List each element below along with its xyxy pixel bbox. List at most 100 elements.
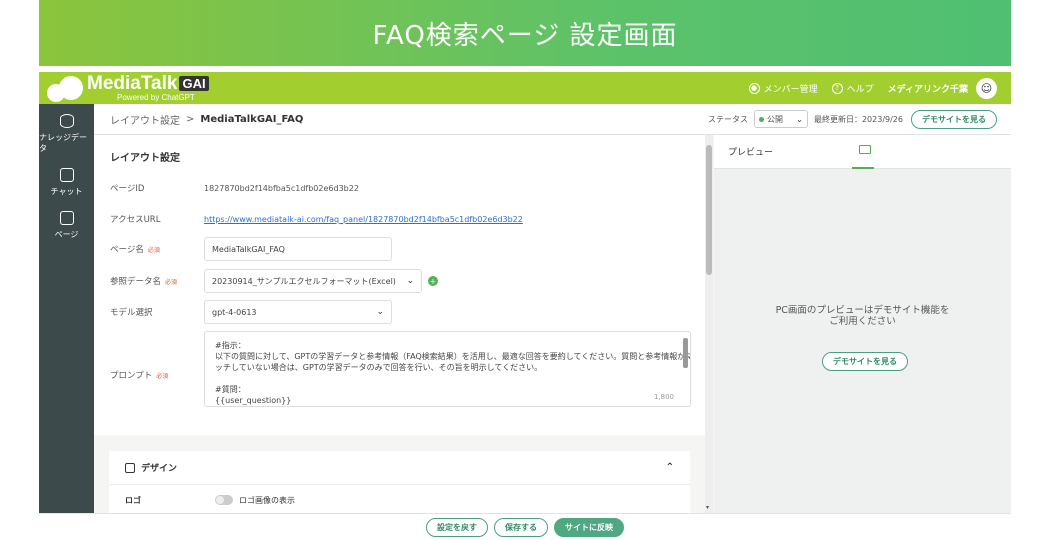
help-label: ヘルプ xyxy=(846,84,874,95)
page-name-input[interactable]: MediaTalkGAI_FAQ xyxy=(204,237,392,261)
required-badge: 必須 xyxy=(156,372,169,380)
logo-label: ロゴ xyxy=(125,495,141,505)
prompt-label: プロンプト xyxy=(110,371,153,381)
add-data-button[interactable]: + xyxy=(428,276,438,286)
sidebar-item-label: ページ xyxy=(54,230,79,239)
prompt-line: #質問： xyxy=(215,385,246,394)
main-scrollbar[interactable]: ▾ xyxy=(705,135,713,513)
footer-action-bar: 設定を戻す 保存する サイトに反映 xyxy=(39,513,1011,540)
question-icon: ? xyxy=(831,82,843,94)
save-button[interactable]: 保存する xyxy=(494,517,548,537)
preview-message-line: ご利用ください xyxy=(829,316,896,327)
page-banner: FAQ検索ページ 設定画面 xyxy=(39,0,1011,66)
prompt-line xyxy=(215,373,680,384)
demo-site-button[interactable]: デモサイトを見る xyxy=(911,109,997,129)
chevron-down-icon: ⌄ xyxy=(376,307,384,317)
prompt-char-count: 1,800 xyxy=(653,393,674,401)
logo-main-text: MediaTalk xyxy=(87,73,178,94)
design-section: デザイン ⌃ ロゴ ロゴ画像の表示 xyxy=(109,451,690,513)
page-id-row: ページID 1827870bd2f14bfba5c1dfb02e6d3b22 xyxy=(110,182,359,195)
prompt-line: {{user_question}} xyxy=(215,396,292,405)
scroll-down-arrow-icon[interactable]: ▾ xyxy=(706,504,709,511)
section-title: レイアウト設定 xyxy=(110,153,180,164)
access-url-link[interactable]: https://www.mediatalk-ai.com/faq_panel/1… xyxy=(204,215,523,224)
breadcrumb-current: MediaTalkGAI_FAQ xyxy=(200,113,304,125)
ref-data-label: 参照データ名 xyxy=(110,277,162,287)
model-select[interactable]: gpt-4-0613 ⌄ xyxy=(204,300,392,324)
publish-to-site-button[interactable]: サイトに反映 xyxy=(554,517,624,537)
page-name-row: ページ名 必須 MediaTalkGAI_FAQ xyxy=(110,237,392,261)
required-badge: 必須 xyxy=(165,278,178,286)
avatar[interactable]: ☺ xyxy=(976,77,997,99)
banner-title: FAQ検索ページ 設定画面 xyxy=(372,20,678,51)
preview-message: PC画面のプレビューはデモサイト機能を ご利用ください xyxy=(714,305,1011,327)
user-icon: ● xyxy=(748,82,760,94)
sidebar-item-page[interactable]: ページ xyxy=(39,211,94,240)
monitor-brush-icon xyxy=(125,462,135,473)
logo-subtitle: Powered by ChatGPT xyxy=(117,93,195,102)
layout-settings-card: レイアウト設定 ページID 1827870bd2f14bfba5c1dfb02e… xyxy=(94,135,705,435)
prompt-line: #指示： xyxy=(215,341,246,350)
preview-header: プレビュー xyxy=(714,135,1011,169)
scrollbar-thumb[interactable] xyxy=(706,145,712,275)
prompt-row: プロンプト 必須 xyxy=(110,369,204,381)
ref-data-value: 20230914_サンプルエクセルフォーマット(Excel) xyxy=(212,276,396,286)
sidebar-item-label: ナレッジデータ xyxy=(39,133,87,153)
reset-settings-button[interactable]: 設定を戻す xyxy=(426,517,488,537)
active-tab-indicator xyxy=(852,167,874,169)
breadcrumb-bar: レイアウト設定 > MediaTalkGAI_FAQ ステータス 公開 ⌄ 最終… xyxy=(94,104,1011,135)
last-updated: 最終更新日：2023/9/26 xyxy=(813,114,903,124)
access-url-label: アクセスURL xyxy=(110,215,161,225)
design-section-header[interactable]: デザイン ⌃ xyxy=(109,451,690,485)
pc-monitor-icon[interactable] xyxy=(859,145,871,154)
page-name-label: ページ名 xyxy=(110,245,144,255)
ref-data-row: 参照データ名 必須 20230914_サンプルエクセルフォーマット(Excel)… xyxy=(110,269,438,293)
model-row: モデル選択 gpt-4-0613 ⌄ xyxy=(110,300,392,324)
logo-display-toggle[interactable] xyxy=(215,495,233,505)
chevron-down-icon: ⌄ xyxy=(796,114,803,124)
database-icon xyxy=(59,114,74,128)
chevron-up-icon[interactable]: ⌃ xyxy=(666,462,674,473)
settings-panel: レイアウト設定 ページID 1827870bd2f14bfba5c1dfb02e… xyxy=(94,135,705,513)
prompt-line: ッチしていない場合は、GPTの学習データのみで回答を行い、その旨を明示してくださ… xyxy=(215,363,543,372)
page-id-label: ページID xyxy=(110,184,145,194)
sidebar-item-chat[interactable]: チャット xyxy=(39,168,94,197)
page-id-value: 1827870bd2f14bfba5c1dfb02e6d3b22 xyxy=(204,183,359,193)
prompt-textarea[interactable]: #指示： 以下の質問に対して、GPTの学習データと参考情報（FAQ検索結果）を活… xyxy=(204,331,691,407)
breadcrumb-parent[interactable]: レイアウト設定 xyxy=(110,112,180,127)
chat-icon xyxy=(59,168,74,182)
status-value: 公開 xyxy=(766,114,783,124)
chevron-down-icon: ⌄ xyxy=(406,276,414,286)
access-url-row: アクセスURL https://www.mediatalk-ai.com/faq… xyxy=(110,213,523,226)
status-dot-icon xyxy=(758,116,764,122)
page-icon xyxy=(59,211,74,225)
sidebar-item-label: チャット xyxy=(50,187,83,196)
prompt-line: 以下の質問に対して、GPTの学習データと参考情報（FAQ検索結果）を活用し、最適… xyxy=(215,352,691,361)
model-label: モデル選択 xyxy=(110,308,153,318)
logo-bubbles-icon xyxy=(45,74,85,102)
sidebar: ナレッジデータ チャット ページ xyxy=(39,104,94,540)
member-management-label: メンバー管理 xyxy=(763,84,818,95)
preview-panel: プレビュー PC画面のプレビューはデモサイト機能を ご利用ください デモサイトを… xyxy=(714,135,1011,513)
app-window: MediaTalk GAI Powered by ChatGPT ● メンバー管… xyxy=(39,72,1011,540)
preview-title: プレビュー xyxy=(728,148,774,158)
logo-toggle-label: ロゴ画像の表示 xyxy=(239,495,295,505)
required-badge: 必須 xyxy=(147,246,160,254)
preview-message-line: PC画面のプレビューはデモサイト機能を xyxy=(775,305,950,316)
sidebar-item-knowledge[interactable]: ナレッジデータ xyxy=(39,114,94,154)
top-bar: MediaTalk GAI Powered by ChatGPT ● メンバー管… xyxy=(39,72,1011,104)
app-logo[interactable]: MediaTalk GAI Powered by ChatGPT xyxy=(45,72,209,104)
status-select[interactable]: 公開 ⌄ xyxy=(753,110,808,128)
prompt-scrollbar[interactable] xyxy=(683,338,688,368)
design-title: デザイン xyxy=(141,464,178,474)
logo-setting-row: ロゴ ロゴ画像の表示 xyxy=(109,485,690,513)
logo-gai-badge: GAI xyxy=(179,76,209,91)
breadcrumb-separator: > xyxy=(186,113,195,125)
ref-data-select[interactable]: 20230914_サンプルエクセルフォーマット(Excel) ⌄ xyxy=(204,269,422,293)
model-value: gpt-4-0613 xyxy=(212,307,257,317)
preview-demo-site-button[interactable]: デモサイトを見る xyxy=(822,352,908,371)
status-label: ステータス xyxy=(707,114,748,124)
member-management-link[interactable]: ● メンバー管理 xyxy=(748,82,818,95)
help-link[interactable]: ? ヘルプ xyxy=(831,82,874,95)
company-name[interactable]: メディアリンク千葉 xyxy=(888,82,968,95)
